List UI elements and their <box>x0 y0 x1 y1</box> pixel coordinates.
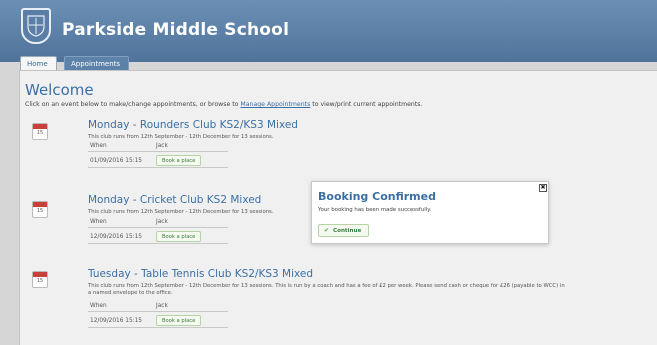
event-title[interactable]: Tuesday - Table Tennis Club KS2/KS3 Mixe… <box>88 268 313 280</box>
calendar-icon: 15 <box>32 123 48 140</box>
booking-confirmed-dialog: ✖ Booking Confirmed Your booking has bee… <box>311 181 549 244</box>
calendar-icon: 15 <box>32 201 48 218</box>
table-row: 12/09/2016 15:15 Book a place <box>88 229 228 244</box>
intro-text-end: to view/print current appointments. <box>310 101 423 108</box>
page-title: Welcome <box>25 81 94 99</box>
table-row: 12/09/2016 15:15 Book a place <box>88 313 228 328</box>
event-description: This club runs from 12th September - 12t… <box>88 134 274 140</box>
col-when: When <box>90 143 107 149</box>
school-crest-icon <box>21 8 51 44</box>
dialog-title: Booking Confirmed <box>318 190 436 203</box>
event-description: This club runs from 12th September - 12t… <box>88 283 565 296</box>
slot-table-header: When Jack <box>88 217 228 228</box>
slot-table-header: When Jack <box>88 301 228 312</box>
col-when: When <box>90 303 107 309</box>
col-person: Jack <box>156 219 168 225</box>
intro-text-start: Click on an event below to make/change a… <box>25 101 241 108</box>
book-place-button[interactable]: Book a place <box>156 231 202 242</box>
tab-home[interactable]: Home <box>20 56 57 70</box>
book-place-button[interactable]: Book a place <box>156 155 202 166</box>
col-when: When <box>90 219 107 225</box>
col-person: Jack <box>156 303 168 309</box>
calendar-icon: 15 <box>32 271 48 288</box>
slot-date: 12/09/2016 15:15 <box>90 234 142 240</box>
continue-button-label: Continue <box>333 228 362 234</box>
close-icon[interactable]: ✖ <box>539 184 547 192</box>
header-bar: Parkside Middle School <box>0 0 657 62</box>
table-row: 01/09/2016 15:15 Book a place <box>88 153 228 168</box>
book-place-button[interactable]: Book a place <box>156 315 202 326</box>
continue-button[interactable]: ✔ Continue <box>318 224 369 237</box>
slot-date: 01/09/2016 15:15 <box>90 158 142 164</box>
event-title[interactable]: Monday - Rounders Club KS2/KS3 Mixed <box>88 119 298 131</box>
event-title[interactable]: Monday - Cricket Club KS2 Mixed <box>88 194 261 206</box>
col-person: Jack <box>156 143 168 149</box>
slot-table-header: When Jack <box>88 141 228 152</box>
school-name: Parkside Middle School <box>62 20 290 40</box>
manage-appointments-link[interactable]: Manage Appointments <box>240 101 310 108</box>
checkmark-icon: ✔ <box>324 227 330 234</box>
dialog-message: Your booking has been made successfully. <box>318 207 432 213</box>
intro-text: Click on an event below to make/change a… <box>25 101 422 108</box>
slot-date: 12/09/2016 15:15 <box>90 318 142 324</box>
tab-appointments[interactable]: Appointments <box>64 56 129 70</box>
